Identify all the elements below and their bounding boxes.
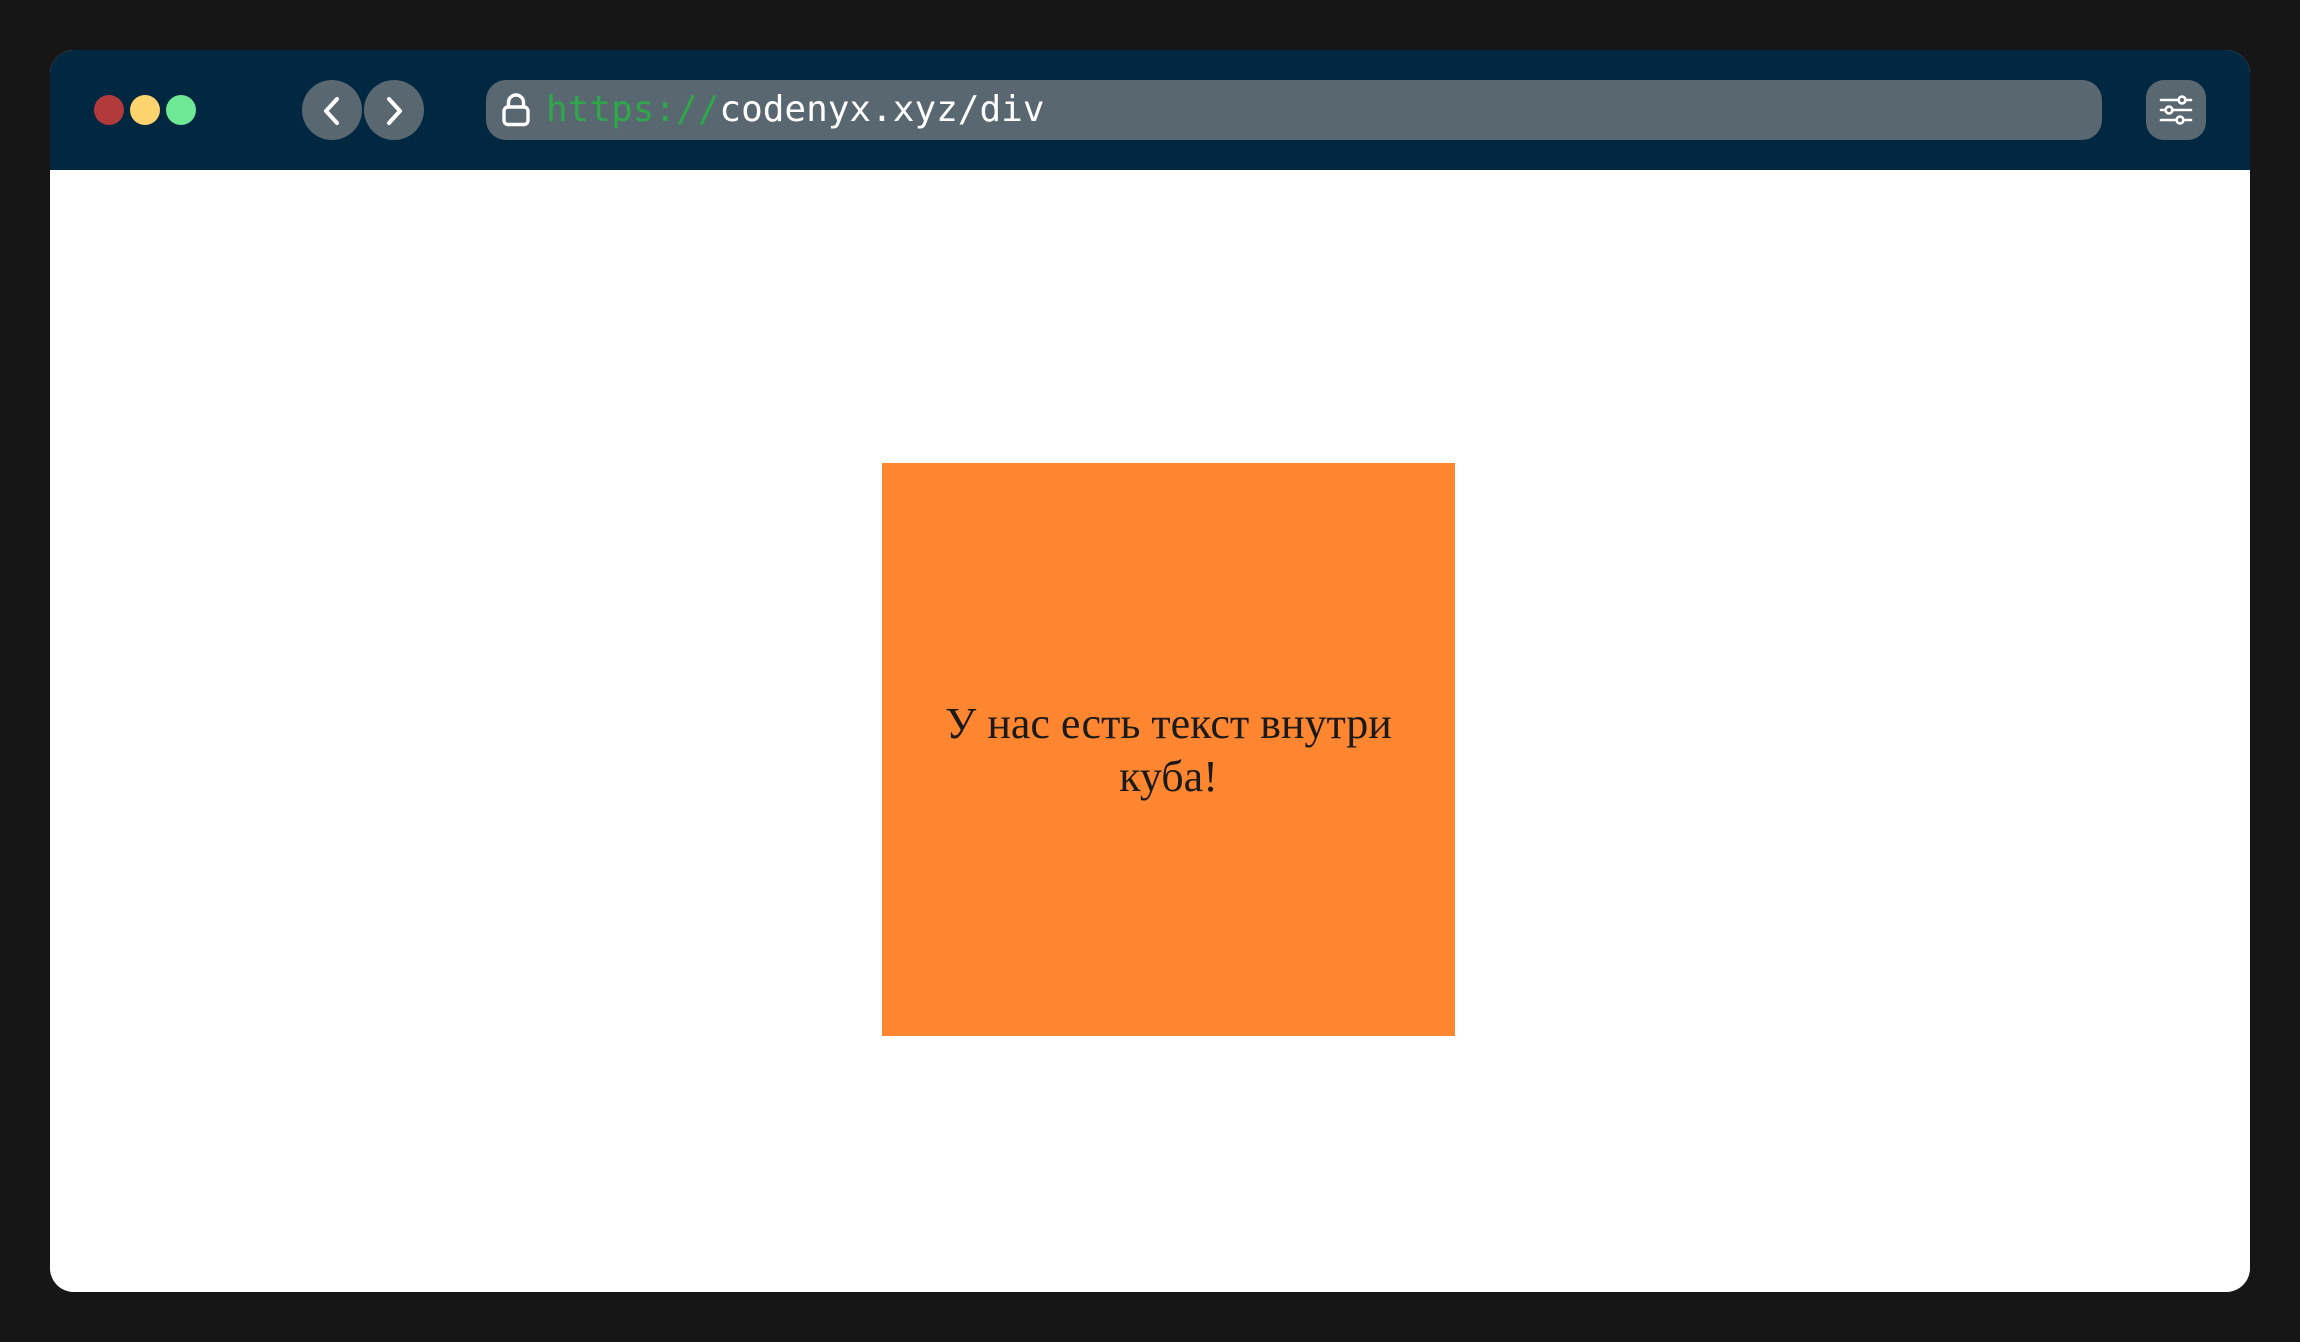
sliders-icon: [2159, 95, 2193, 125]
minimize-window-button[interactable]: [130, 95, 160, 125]
lock-icon: [502, 93, 530, 127]
address-bar[interactable]: https://codenyx.xyz/div: [486, 80, 2102, 140]
back-button[interactable]: [302, 80, 362, 140]
page-viewport: У нас есть текст внутри куба!: [50, 170, 2250, 1292]
chevron-right-icon: [387, 97, 402, 125]
settings-button[interactable]: [2146, 80, 2206, 140]
browser-toolbar: https://codenyx.xyz/div: [50, 50, 2250, 170]
orange-cube: У нас есть текст внутри куба!: [882, 463, 1455, 1036]
cube-text: У нас есть текст внутри куба!: [945, 698, 1392, 801]
maximize-window-button[interactable]: [166, 95, 196, 125]
forward-button[interactable]: [364, 80, 424, 140]
chevron-left-icon: [324, 97, 339, 125]
url-text: https://codenyx.xyz/div: [546, 80, 1045, 140]
url-host-path: codenyx.xyz/div: [719, 89, 1045, 130]
url-scheme: https://: [546, 89, 720, 130]
browser-window: https://codenyx.xyz/div У нас есть текст…: [50, 50, 2250, 1292]
close-window-button[interactable]: [94, 95, 124, 125]
